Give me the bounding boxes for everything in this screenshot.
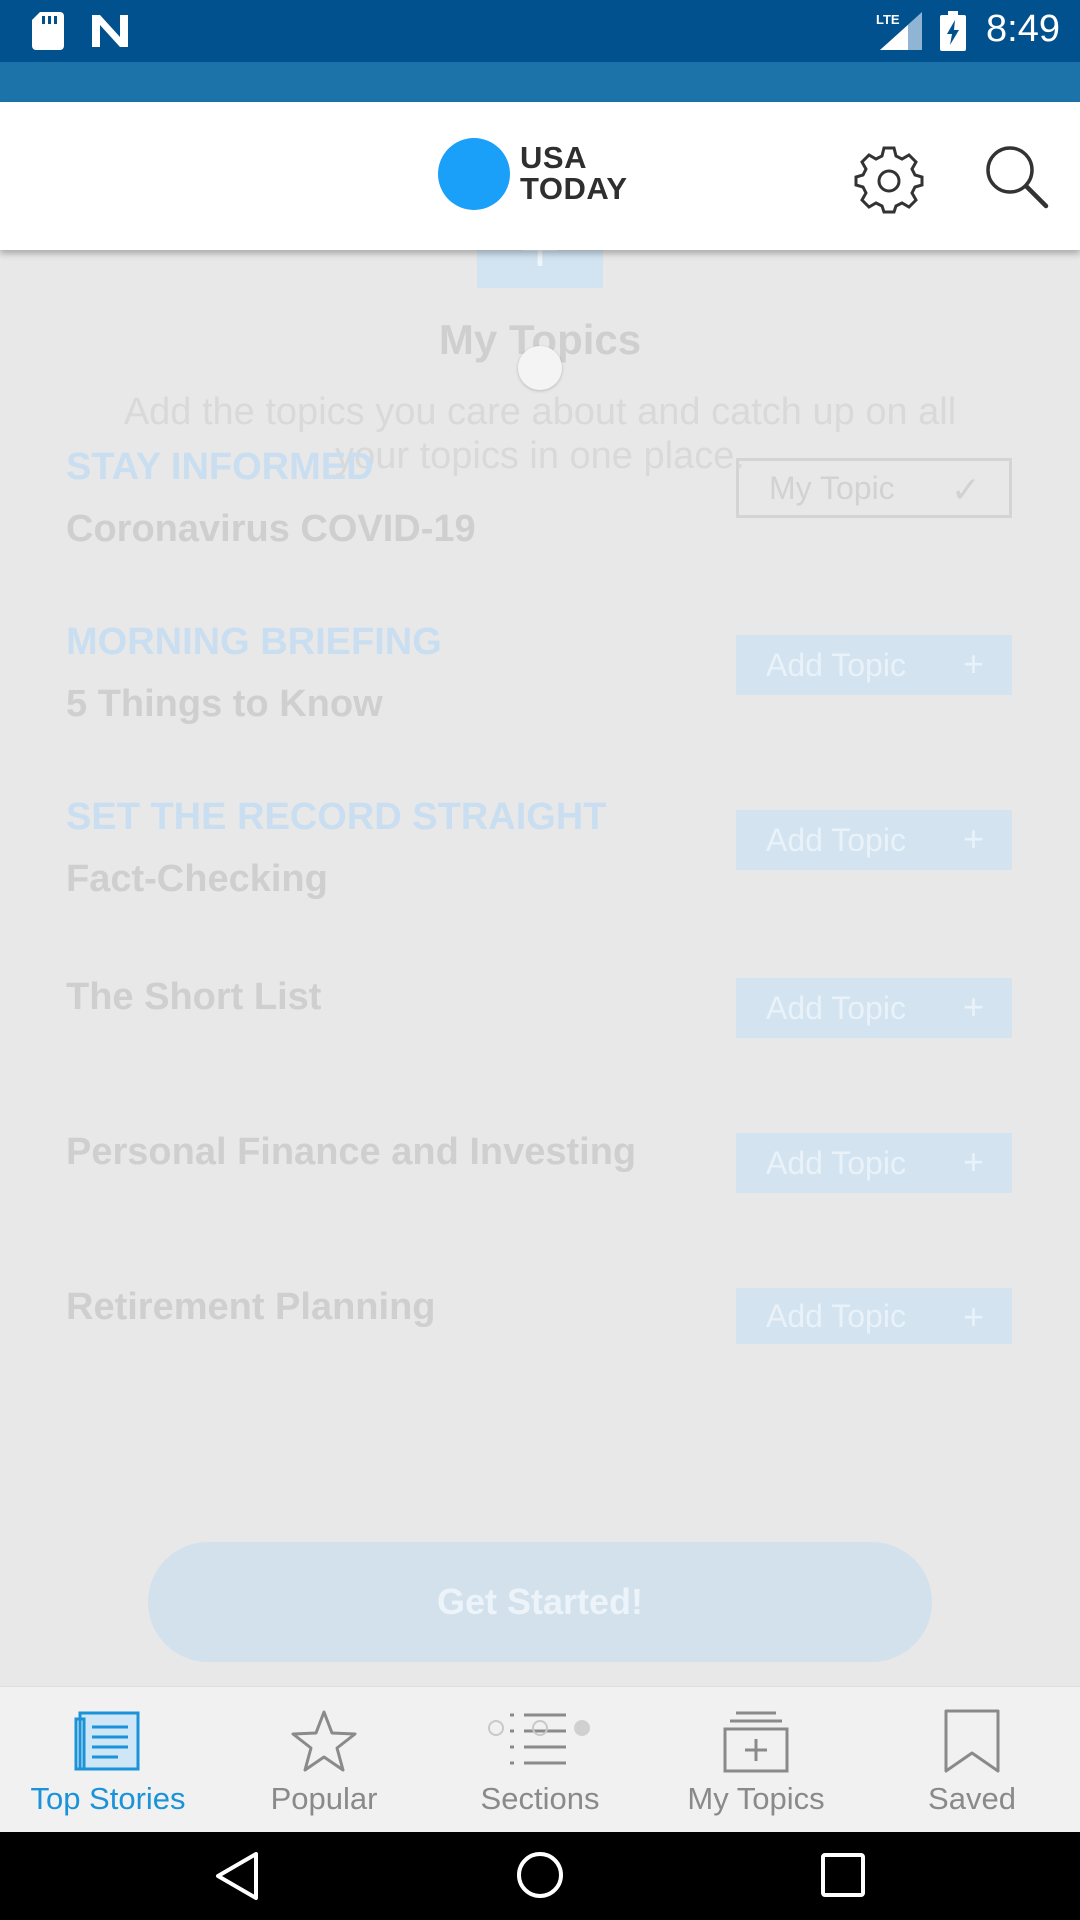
button-label: Add Topic bbox=[766, 989, 906, 1026]
add-topic-button[interactable]: Add Topic + bbox=[736, 978, 1012, 1038]
gear-icon[interactable] bbox=[854, 144, 924, 214]
toolbar-strip bbox=[0, 62, 1080, 102]
add-topic-button[interactable]: Add Topic + bbox=[736, 1288, 1012, 1344]
bottom-nav: Top Stories Popular Sections My Topics S… bbox=[0, 1686, 1080, 1832]
topic-name: Personal Finance and Investing bbox=[66, 1131, 637, 1173]
app-bar: USA TODAY bbox=[0, 102, 1080, 250]
plus-icon: + bbox=[962, 986, 984, 1027]
topic-kicker: STAY INFORMED bbox=[66, 446, 374, 488]
logo-line1: USA bbox=[520, 140, 587, 175]
plus-icon: + bbox=[962, 818, 984, 859]
plus-icon: + bbox=[962, 643, 984, 684]
back-icon[interactable] bbox=[212, 1850, 260, 1902]
status-bar: LTE 8:49 bbox=[0, 0, 1080, 62]
nav-label: Saved bbox=[928, 1781, 1016, 1816]
button-label: Add Topic bbox=[766, 1144, 906, 1181]
button-label: My Topic bbox=[769, 469, 895, 506]
plus-icon: + bbox=[962, 1296, 984, 1337]
button-label: Add Topic bbox=[766, 1297, 906, 1334]
get-started-button[interactable]: Get Started! bbox=[148, 1542, 932, 1662]
topic-name: 5 Things to Know bbox=[66, 683, 383, 725]
nav-label: My Topics bbox=[687, 1781, 825, 1816]
topic-kicker: SET THE RECORD STRAIGHT bbox=[66, 796, 607, 838]
add-folder-icon bbox=[723, 1711, 789, 1773]
nav-label: Sections bbox=[480, 1781, 600, 1816]
bookmark-icon bbox=[944, 1709, 1000, 1773]
recent-apps-icon[interactable] bbox=[820, 1852, 866, 1898]
checkmark-icon: ✓ bbox=[950, 469, 981, 510]
logo-line2: TODAY bbox=[520, 171, 628, 206]
newspaper-icon bbox=[74, 1711, 140, 1771]
battery-charging-icon bbox=[940, 11, 966, 51]
svg-text:LTE: LTE bbox=[876, 12, 900, 27]
sd-card-icon bbox=[32, 12, 64, 50]
nav-label: Top Stories bbox=[30, 1781, 186, 1816]
page-indicator-dots bbox=[488, 1720, 590, 1736]
usa-today-logo: USA TODAY bbox=[520, 142, 628, 204]
button-label: Add Topic bbox=[766, 821, 906, 858]
lte-signal-icon: LTE bbox=[876, 12, 922, 50]
my-topic-button[interactable]: My Topic ✓ bbox=[736, 458, 1012, 518]
search-icon[interactable] bbox=[982, 142, 1050, 210]
nav-sections[interactable]: Sections bbox=[432, 1687, 648, 1833]
topic-name: Coronavirus COVID-19 bbox=[66, 508, 476, 550]
button-label: Add Topic bbox=[766, 646, 906, 683]
add-topic-button[interactable]: Add Topic + bbox=[736, 810, 1012, 870]
topic-kicker: MORNING BRIEFING bbox=[66, 621, 442, 663]
loading-spinner bbox=[518, 346, 562, 390]
home-icon[interactable] bbox=[515, 1850, 565, 1900]
add-topic-button[interactable]: Add Topic + bbox=[736, 1133, 1012, 1193]
plus-icon: + bbox=[962, 1141, 984, 1182]
topic-name: Retirement Planning bbox=[66, 1286, 436, 1328]
my-topics-onboarding: + My Topics Add the topics you care abou… bbox=[0, 208, 1080, 1686]
star-icon bbox=[291, 1710, 357, 1772]
usa-today-logo-dot bbox=[438, 138, 510, 210]
nav-my-topics[interactable]: My Topics bbox=[648, 1687, 864, 1833]
nav-saved[interactable]: Saved bbox=[864, 1687, 1080, 1833]
status-time: 8:49 bbox=[986, 8, 1060, 50]
n-notification-icon bbox=[92, 15, 128, 47]
nav-top-stories[interactable]: Top Stories bbox=[0, 1687, 216, 1833]
topic-name: Fact-Checking bbox=[66, 858, 328, 900]
add-topic-button[interactable]: Add Topic + bbox=[736, 635, 1012, 695]
topic-name: The Short List bbox=[66, 976, 322, 1018]
nav-popular[interactable]: Popular bbox=[216, 1687, 432, 1833]
system-nav-bar bbox=[0, 1832, 1080, 1920]
nav-label: Popular bbox=[270, 1781, 378, 1816]
